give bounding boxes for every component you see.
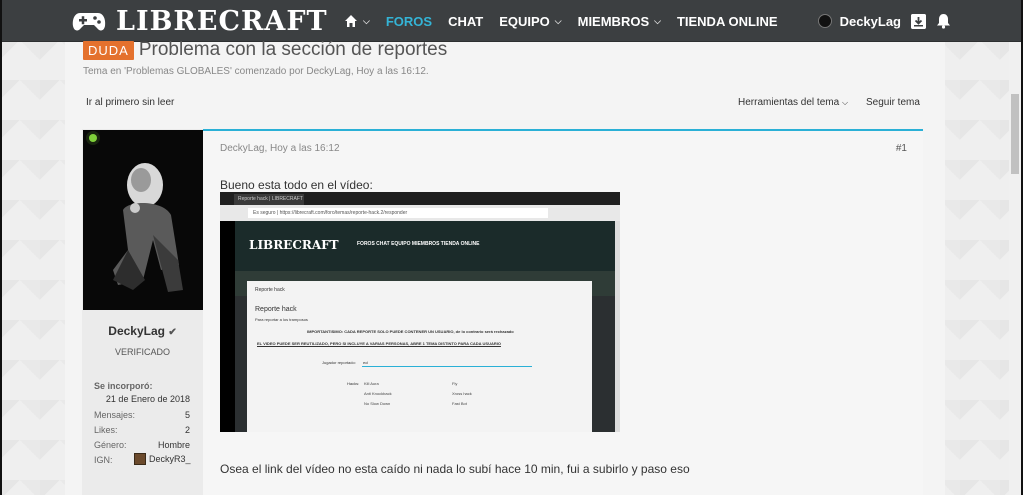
user-title: VERIFICADO [114, 347, 170, 357]
download-icon [911, 13, 926, 29]
top-navbar: LIBRECRAFT ⌵ FOROS CHAT EQUIPO ⌵ MIEMBRO… [2, 0, 1021, 42]
chevron-down-icon: ⌵ [363, 15, 370, 26]
video-panel-line: IMPORTANTISIMO: CADA REPORTE SOLO PUEDE … [307, 329, 514, 334]
gender-label: Género: [94, 440, 127, 450]
video-address-bar: Es seguro | https://librecraft.com/foro/… [220, 205, 620, 221]
poster-name[interactable]: DeckyLag ✔︎ [82, 324, 203, 338]
embedded-video[interactable]: Reporte hack | LIBRECRAFT Es seguro | ht… [220, 192, 620, 432]
nav-item-miembros[interactable]: MIEMBROS ⌵ [578, 14, 661, 29]
nav-item-label: FOROS [385, 13, 433, 29]
video-scrollbar [615, 221, 620, 432]
video-check-option: Fly [452, 381, 458, 386]
site-logo-text: LIBRECRAFT [116, 6, 328, 37]
thread-prefix-badge[interactable]: DUDA [83, 40, 134, 60]
gamepad-icon [72, 12, 106, 30]
nav-home[interactable]: ⌵ [344, 14, 370, 28]
video-site-logo: LIBRECRAFT [249, 238, 339, 252]
thread-title: DUDA Problema con la sección de reportes [83, 39, 447, 61]
nav-item-chat[interactable]: CHAT [448, 14, 483, 29]
video-field-underline [362, 363, 532, 367]
minecraft-head-icon [134, 453, 146, 465]
nav-item-foros[interactable]: FOROS [386, 14, 432, 29]
ign-label: IGN: [94, 455, 113, 465]
post-user-info: DeckyLag ✔︎ VERIFICADO Se incorporó: 21 … [82, 129, 203, 495]
user-nav: DeckyLag [817, 0, 951, 42]
home-icon [345, 15, 357, 27]
nav-item-label: MIEMBROS [577, 13, 650, 29]
video-hacks-label: Hacks: [347, 381, 360, 386]
video-field-label: Jugador reportado: [322, 360, 356, 365]
avatar[interactable] [817, 14, 832, 28]
video-site-nav: FOROS CHAT EQUIPO MIEMBROS TIENDA ONLINE [357, 241, 480, 247]
main-content: DUDA Problema con la sección de reportes… [65, 39, 945, 495]
follow-thread-link[interactable]: Seguir tema [866, 97, 920, 108]
chevron-down-icon: ⌵ [654, 15, 661, 26]
thread-meta: Tema en 'Problemas GLOBALES' comenzado p… [83, 66, 429, 77]
thread-tools-label: Herramientas del tema [738, 97, 840, 108]
chevron-down-icon: ⌵ [841, 98, 849, 107]
joined-label: Se incorporó: [94, 381, 153, 391]
video-panel-title: Reporte hack [255, 306, 297, 313]
video-browser-tabbar: Reporte hack | LIBRECRAFT [220, 192, 620, 205]
post-text: Osea el link del vídeo no esta caído ni … [220, 462, 690, 476]
chevron-down-icon: ⌵ [554, 15, 562, 26]
video-check-option: Kill Aura [364, 381, 379, 386]
nav-item-tienda[interactable]: TIENDA ONLINE [677, 14, 778, 29]
video-check-option: Fast Bot [452, 401, 467, 406]
scrollbar-thumb[interactable] [1011, 94, 1019, 174]
avatar[interactable] [83, 130, 203, 310]
ign-text: DeckyR3_ [149, 454, 191, 464]
video-panel-subtitle: Para reportar a los tramposos [255, 317, 308, 322]
post-text: Bueno esta todo en el vídeo: [220, 178, 373, 192]
bell-icon[interactable] [936, 13, 951, 29]
likes-label: Likes: [94, 425, 118, 435]
ign-value: DeckyR3_ [134, 453, 191, 465]
nav-item-equipo[interactable]: EQUIPO ⌵ [499, 14, 561, 29]
site-logo[interactable]: LIBRECRAFT [72, 6, 328, 37]
video-panel-line: EL VIDEO PUEDE SER REUTILIZADO, PERO SI … [257, 341, 501, 346]
likes-value: 2 [184, 425, 190, 435]
video-check-option: Xross hack [452, 391, 472, 396]
video-url: Es seguro | https://librecraft.com/foro/… [248, 208, 548, 218]
video-browser-tab: Reporte hack | LIBRECRAFT [234, 194, 304, 205]
post-body: DeckyLag, Hoy a las 16:12 #1 Bueno esta … [203, 129, 923, 495]
video-site-header: LIBRECRAFT FOROS CHAT EQUIPO MIEMBROS TI… [235, 221, 615, 271]
poster-name-text: DeckyLag [108, 324, 165, 338]
messages-label: Mensajes: [94, 410, 136, 420]
video-breadcrumb: Reporte hack [255, 287, 285, 293]
gender-value: Hombre [157, 440, 190, 450]
avatar-image [83, 130, 203, 310]
nav-username[interactable]: DeckyLag [840, 14, 901, 29]
nav-item-label: TIENDA ONLINE [676, 13, 778, 29]
inbox-icon[interactable] [911, 13, 926, 29]
online-status-indicator [89, 134, 97, 142]
thread-tools-dropdown[interactable]: Herramientas del tema ⌵ [738, 97, 848, 108]
video-check-option: No Slow Down [364, 401, 391, 406]
nav-item-label: EQUIPO [499, 13, 550, 29]
joined-value: 21 de Enero de 2018 [105, 394, 190, 404]
video-site-screen: LIBRECRAFT FOROS CHAT EQUIPO MIEMBROS TI… [235, 221, 615, 432]
nav-item-label: CHAT [448, 13, 484, 29]
main-nav: ⌵ FOROS CHAT EQUIPO ⌵ MIEMBROS ⌵ TIENDA … [344, 0, 794, 42]
page-title: Problema con la sección de reportes [138, 39, 448, 60]
messages-value[interactable]: 5 [185, 410, 190, 420]
jump-unread-link[interactable]: Ir al primero sin leer [86, 97, 174, 108]
video-site-panel: Reporte hack Reporte hack Para reportar … [247, 281, 592, 432]
window-border [0, 0, 2, 495]
verified-check-icon: ✔︎ [168, 327, 177, 338]
page-scrollbar[interactable] [1009, 42, 1021, 495]
video-check-option: Anti Knockback [364, 391, 392, 396]
post-permalink[interactable]: #1 [896, 143, 907, 154]
post-date[interactable]: DeckyLag, Hoy a las 16:12 [220, 143, 340, 154]
